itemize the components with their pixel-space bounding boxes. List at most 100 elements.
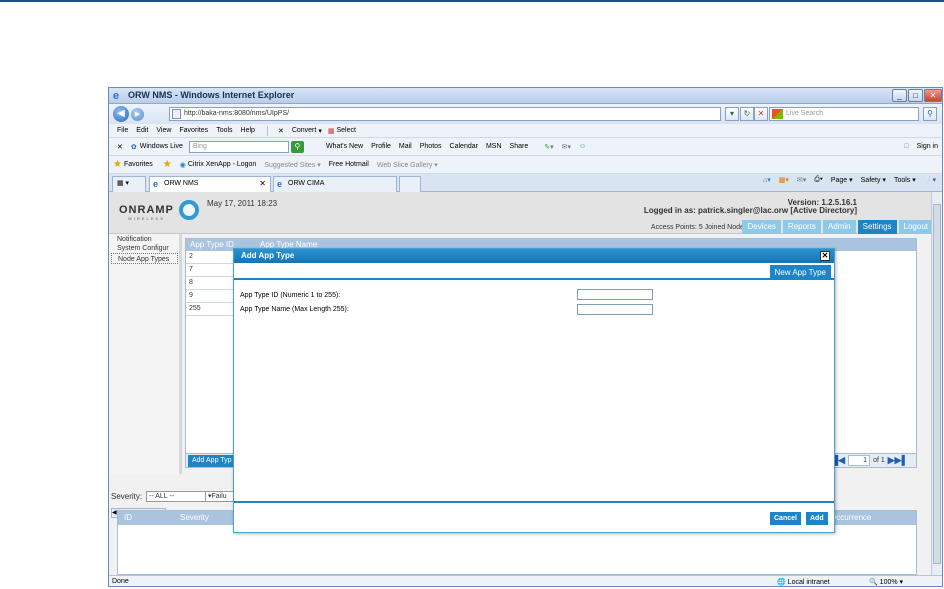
page-number-input[interactable]: 1 [848,455,871,466]
edit-icon[interactable]: ✎▾ [544,143,553,151]
nav-tab-admin[interactable]: Admin [822,220,856,234]
security-zone[interactable]: 🌐 Local intranet [777,578,830,586]
pager: ▐◀ 1 of 1 ▶▶▌ [832,455,908,466]
tab-orw-nms[interactable]: e ORW NMS ✕ [149,176,271,192]
live-link-mail[interactable]: Mail [399,143,412,150]
tab-close-icon[interactable]: ✕ [259,177,266,191]
back-arrow-icon[interactable]: ◀ [113,106,129,122]
convert-button[interactable]: Convert [292,127,317,134]
toolbar-close-icon[interactable]: ✕ [278,127,284,135]
dialog-footer: Cancel Add [234,501,834,532]
tab-new-app-type[interactable]: New App Type [769,265,831,280]
current-datetime: May 17, 2011 18:23 [207,199,278,208]
address-text: http://baka-nms:8080/nms/UIpPS/ [184,110,290,117]
severity-select[interactable]: -- ALL -- [146,491,206,502]
cancel-button[interactable]: Cancel [770,512,801,525]
menu-edit[interactable]: Edit [136,127,148,134]
feeds-icon[interactable]: ▩▾ [779,176,789,184]
live-link-photos[interactable]: Photos [420,143,442,150]
safety-menu[interactable]: Safety ▾ [861,176,886,184]
mail-icon[interactable]: ✉▾ [562,143,571,151]
page-menu[interactable]: Page ▾ [831,176,853,184]
command-bar: ⌂▾ ▩▾ ✉▾ ⎙▾ Page ▾ Safety ▾ Tools ▾ ❔▾ [763,176,936,184]
live-link-msn[interactable]: MSN [486,143,502,150]
tab-orw-cima[interactable]: e ORW CIMA [273,176,397,192]
page-vertical-scrollbar[interactable] [931,192,942,575]
menu-favorites[interactable]: Favorites [179,127,208,134]
settings-box-icon[interactable]: □ [904,143,908,150]
sidebar-item-node-app-types[interactable]: Node App Types [111,253,178,264]
dialog-close-icon[interactable]: ✕ [820,251,830,261]
app-type-id-label: App Type ID (Numeric 1 to 255): [240,292,341,299]
menu-help[interactable]: Help [241,127,255,134]
column-header-alarm-id[interactable]: ID [124,513,132,522]
add-app-type-button[interactable]: Add App Typ [188,455,236,467]
refresh-icon[interactable]: ↻ [740,107,754,121]
sidebar-splitter[interactable] [179,234,182,474]
ie-logo-icon: e [113,90,120,102]
favorites-button[interactable]: Favorites [124,161,153,168]
dialog-title: Add App Type [241,251,295,260]
add-button[interactable]: Add [806,512,828,525]
zoom-level[interactable]: 🔍 100% ▾ [869,578,903,586]
column-header-severity[interactable]: Severity [180,513,209,522]
address-dropdown-icon[interactable]: ▾ [725,107,739,121]
menu-file[interactable]: File [117,127,128,134]
scrollbar-thumb[interactable] [933,204,941,564]
help-icon[interactable]: ❔▾ [924,176,936,184]
failure-label: Failu [211,493,227,500]
fav-link-web-slice[interactable]: Web Slice Gallery ▾ [377,161,438,169]
fav-link-hotmail[interactable]: Free Hotmail [329,161,369,168]
nav-tab-settings[interactable]: Settings [857,220,897,234]
search-icon[interactable]: ⚲ [923,107,937,121]
window-title: ORW NMS - Windows Internet Explorer [128,90,295,100]
nav-tab-logout[interactable]: Logout [898,220,933,234]
nav-tab-reports[interactable]: Reports [782,220,821,234]
app-type-id-input[interactable] [577,289,653,300]
logo-subtext: WIRELESS [128,216,165,221]
address-row: ◀ ▶ http://baka-nms:8080/nms/UIpPS/ ▾ ↻ … [109,104,942,124]
stop-icon[interactable]: ✕ [754,107,768,121]
sign-in-link[interactable]: Sign in [917,143,938,150]
new-tab-button[interactable] [399,176,421,192]
live-link-calendar[interactable]: Calendar [450,143,478,150]
title-bar: e ORW NMS - Windows Internet Explorer _ … [109,88,942,104]
live-search-input[interactable]: Live Search [769,107,919,121]
live-search-placeholder: Live Search [786,110,823,117]
nav-tab-devices[interactable]: Devices [742,220,781,234]
fav-link-citrix[interactable]: Citrix XenApp - Logon [188,161,256,168]
live-link-share[interactable]: Share [510,143,529,150]
app-type-name-input[interactable] [577,304,653,315]
bing-search-button[interactable]: ⚲ [290,140,304,153]
bing-search-input[interactable]: Bing [188,140,289,153]
failure-select[interactable]: ▾Failu [205,491,235,502]
sidebar-item-system-config[interactable]: System Configur [109,243,180,252]
severity-value: -- ALL -- [149,493,175,500]
fav-link-suggested[interactable]: Suggested Sites ▾ [264,161,320,169]
menu-view[interactable]: View [156,127,171,134]
next-page-icon[interactable]: ▶▶▌ [888,455,908,466]
live-link-profile[interactable]: Profile [371,143,391,150]
column-header-occurrence[interactable]: Occurrence [830,513,871,522]
select-button[interactable]: Select [336,127,355,134]
home-icon[interactable]: ⌂▾ [763,176,771,184]
close-window-button[interactable]: ✕ [924,89,942,102]
quick-tabs-icon[interactable]: ▦ ▾ [112,176,146,192]
messenger-icon[interactable]: ☺ [579,143,586,150]
read-mail-icon[interactable]: ✉▾ [797,176,806,184]
forward-arrow-icon[interactable]: ▶ [131,108,144,121]
address-bar[interactable]: http://baka-nms:8080/nms/UIpPS/ [169,107,721,121]
windows-live-label[interactable]: Windows Live [140,143,183,150]
menu-tools[interactable]: Tools [216,127,232,134]
print-icon[interactable]: ⎙▾ [814,176,823,184]
maximize-button[interactable]: □ [908,89,923,102]
tools-menu[interactable]: Tools ▾ [894,176,916,184]
convert-dropdown-icon[interactable]: ▾ [318,127,322,135]
live-link-whats-new[interactable]: What's New [326,143,363,150]
main-nav: Devices Reports Admin Settings Logout [742,220,933,234]
add-favorite-icon[interactable]: ★ [163,159,172,170]
minimize-button[interactable]: _ [892,89,907,102]
sidebar-item-notification[interactable]: Notification [109,234,180,243]
page-icon [172,109,181,119]
toolbar-close-icon-2[interactable]: ✕ [117,143,123,151]
